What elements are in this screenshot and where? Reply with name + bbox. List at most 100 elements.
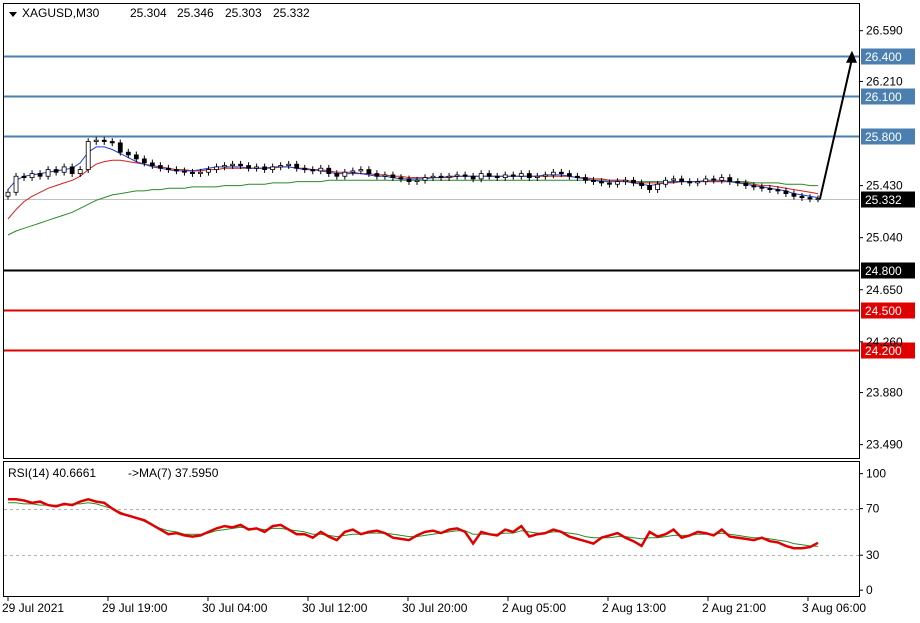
candle-body <box>719 177 725 181</box>
time-tick-label: 2 Aug 21:00 <box>702 601 766 615</box>
candle-body <box>198 171 203 174</box>
candle-body <box>566 173 572 177</box>
price-tick-label: 23.490 <box>866 438 903 452</box>
candle-body <box>182 170 187 173</box>
candle-body <box>615 181 620 185</box>
candle-body <box>518 173 524 177</box>
candle-body <box>37 173 43 177</box>
price-axis: 26.590 26.210 25.430 25.040 24.650 24.260 23.8… <box>859 24 903 452</box>
candle-body <box>214 166 219 170</box>
level-label: 24.500 <box>865 304 902 318</box>
price-pane-frame <box>3 3 860 459</box>
candle-body <box>238 163 243 166</box>
candle-body <box>326 167 332 174</box>
candle-body <box>358 169 364 172</box>
price-tick-label: 24.650 <box>866 283 903 297</box>
candle-body <box>117 142 123 153</box>
candle-body <box>366 169 372 174</box>
time-axis: 29 Jul 2021 29 Jul 19:00 30 Jul 04:00 30 Ju… <box>2 596 866 615</box>
candle-body <box>478 173 484 180</box>
candle-body <box>286 163 292 166</box>
level-label: 25.800 <box>865 130 902 144</box>
price-tick-label: 26.590 <box>866 24 903 38</box>
rsi-tick-label: 30 <box>866 548 880 562</box>
candle-body <box>21 175 27 178</box>
candle-body <box>542 174 548 177</box>
candle-body <box>502 174 508 178</box>
candle-body <box>93 139 99 142</box>
candle-body <box>85 141 91 170</box>
time-tick-label: 29 Jul 2021 <box>2 601 64 615</box>
candle-body <box>783 190 789 195</box>
candle-body <box>254 166 260 169</box>
candle-body <box>157 165 163 169</box>
candle-body <box>591 179 596 182</box>
time-tick-label: 2 Aug 13:00 <box>602 601 666 615</box>
candle-body <box>655 183 661 191</box>
candle-body <box>454 174 460 177</box>
candle-body <box>222 165 227 168</box>
candle-body <box>647 185 652 191</box>
candle-body <box>174 169 179 172</box>
candle-body <box>246 165 251 169</box>
candle-body <box>69 166 75 174</box>
candle-body <box>631 179 636 184</box>
candle-body <box>125 151 131 156</box>
candle-body <box>5 191 11 197</box>
current-price-label: 25.332 <box>865 193 902 207</box>
candle-body <box>575 175 580 178</box>
candle-body <box>278 165 284 168</box>
candle-body <box>390 174 396 178</box>
candle-body <box>262 166 268 170</box>
candle-body <box>759 186 765 189</box>
candle-body <box>310 169 316 172</box>
candle-body <box>486 173 492 177</box>
candle-body <box>133 154 139 160</box>
close-value: 25.332 <box>273 6 310 20</box>
rsi-tick-label: 0 <box>866 583 873 597</box>
price-tick-label: 26.210 <box>866 74 903 88</box>
candle-body <box>534 175 540 178</box>
candle-body <box>61 166 67 173</box>
candle-body <box>206 169 211 173</box>
candle-body <box>165 167 171 170</box>
candle-body <box>663 179 669 185</box>
candle-body <box>462 174 468 177</box>
candle-body <box>294 163 300 169</box>
candle-body <box>799 195 805 199</box>
candle-body <box>711 178 717 181</box>
candle-body <box>334 173 340 177</box>
level-label: 26.400 <box>865 50 902 64</box>
candle-body <box>815 198 821 201</box>
candle-body <box>342 171 348 177</box>
candle-body <box>751 185 757 188</box>
time-tick-label: 29 Jul 19:00 <box>102 601 168 615</box>
rsi-ma-label: ->MA(7) 37.5950 <box>128 466 219 480</box>
candle-body <box>807 197 813 200</box>
candle-body <box>687 181 693 184</box>
candle-body <box>695 181 701 184</box>
price-tick-label: 25.040 <box>866 231 903 245</box>
candle-body <box>53 169 59 173</box>
chart-canvas[interactable]: XAGUSD,M30 25.304 25.346 25.303 25.332 R… <box>0 0 920 623</box>
candle-body <box>406 178 412 182</box>
time-tick-label: 3 Aug 06:00 <box>802 601 866 615</box>
time-tick-label: 2 Aug 05:00 <box>502 601 566 615</box>
candle-body <box>494 175 500 178</box>
candle-body <box>791 193 797 197</box>
candle-body <box>639 182 644 187</box>
high-value: 25.346 <box>177 6 214 20</box>
candle-body <box>775 189 781 192</box>
price-tick-label: 25.430 <box>866 179 903 193</box>
candle-body <box>302 167 308 170</box>
candle-body <box>438 175 444 178</box>
rsi-label: RSI(14) 40.6661 <box>8 466 96 480</box>
price-tick-label: 24.260 <box>866 335 903 349</box>
candle-body <box>398 177 404 180</box>
candle-body <box>13 175 19 193</box>
candle-body <box>77 169 83 174</box>
candle-body <box>583 177 588 181</box>
candle-body <box>671 178 677 181</box>
price-tick-label: 23.880 <box>866 386 903 400</box>
candle-body <box>141 158 147 164</box>
